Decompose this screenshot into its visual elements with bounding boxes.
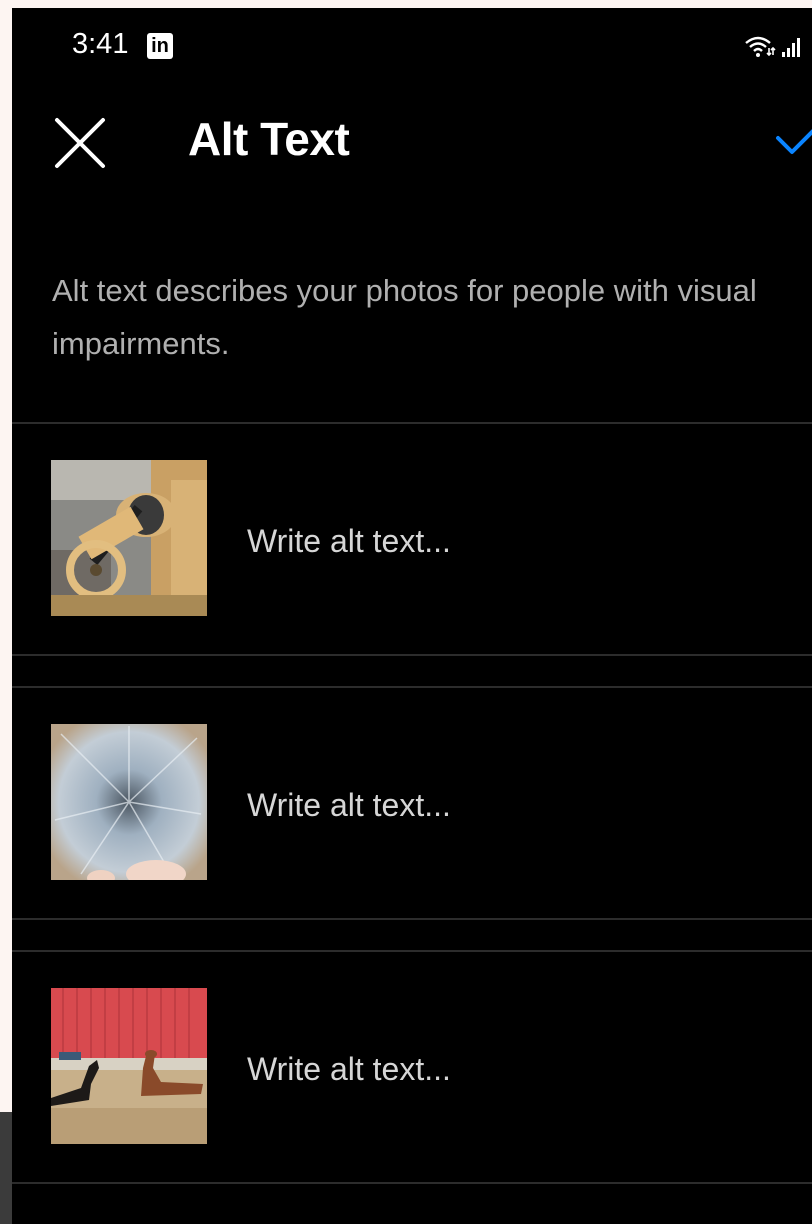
close-button[interactable]	[50, 113, 110, 173]
photo-thumbnail	[51, 724, 207, 880]
alt-text-input[interactable]: Write alt text...	[247, 523, 451, 560]
fiber-fleece-photo	[51, 724, 207, 880]
photo-thumbnail	[51, 988, 207, 1144]
linkedin-notification-icon: in	[147, 33, 173, 59]
alt-text-description: Alt text describes your photos for peopl…	[52, 273, 757, 361]
wifi-icon	[745, 36, 800, 57]
photo-row[interactable]: Write alt text...	[12, 688, 812, 918]
divider	[12, 918, 812, 920]
divider	[12, 1182, 812, 1184]
photo-row[interactable]: Write alt text...	[12, 952, 812, 1182]
alt-text-input[interactable]: Write alt text...	[247, 787, 451, 824]
app-header: Alt Text	[12, 84, 812, 194]
background-edge	[0, 0, 12, 1224]
phone-screen: 3:41 in Alt Text Alt text describes your…	[12, 8, 812, 1224]
alt-text-input[interactable]: Write alt text...	[247, 1051, 451, 1088]
photo-row[interactable]: Write alt text...	[12, 424, 812, 654]
check-icon	[776, 129, 812, 154]
alpacas-red-barn-photo	[51, 988, 207, 1144]
page-title: Alt Text	[188, 113, 350, 165]
status-time: 3:41	[72, 28, 129, 60]
status-icons	[744, 34, 812, 60]
signal-icon	[782, 38, 800, 57]
spinning-wheel-photo	[51, 460, 207, 616]
done-button[interactable]	[772, 124, 812, 164]
background-edge-dark	[0, 1112, 12, 1224]
divider	[12, 654, 812, 656]
status-bar: 3:41 in	[12, 8, 812, 84]
close-icon	[55, 118, 105, 168]
photo-thumbnail	[51, 460, 207, 616]
